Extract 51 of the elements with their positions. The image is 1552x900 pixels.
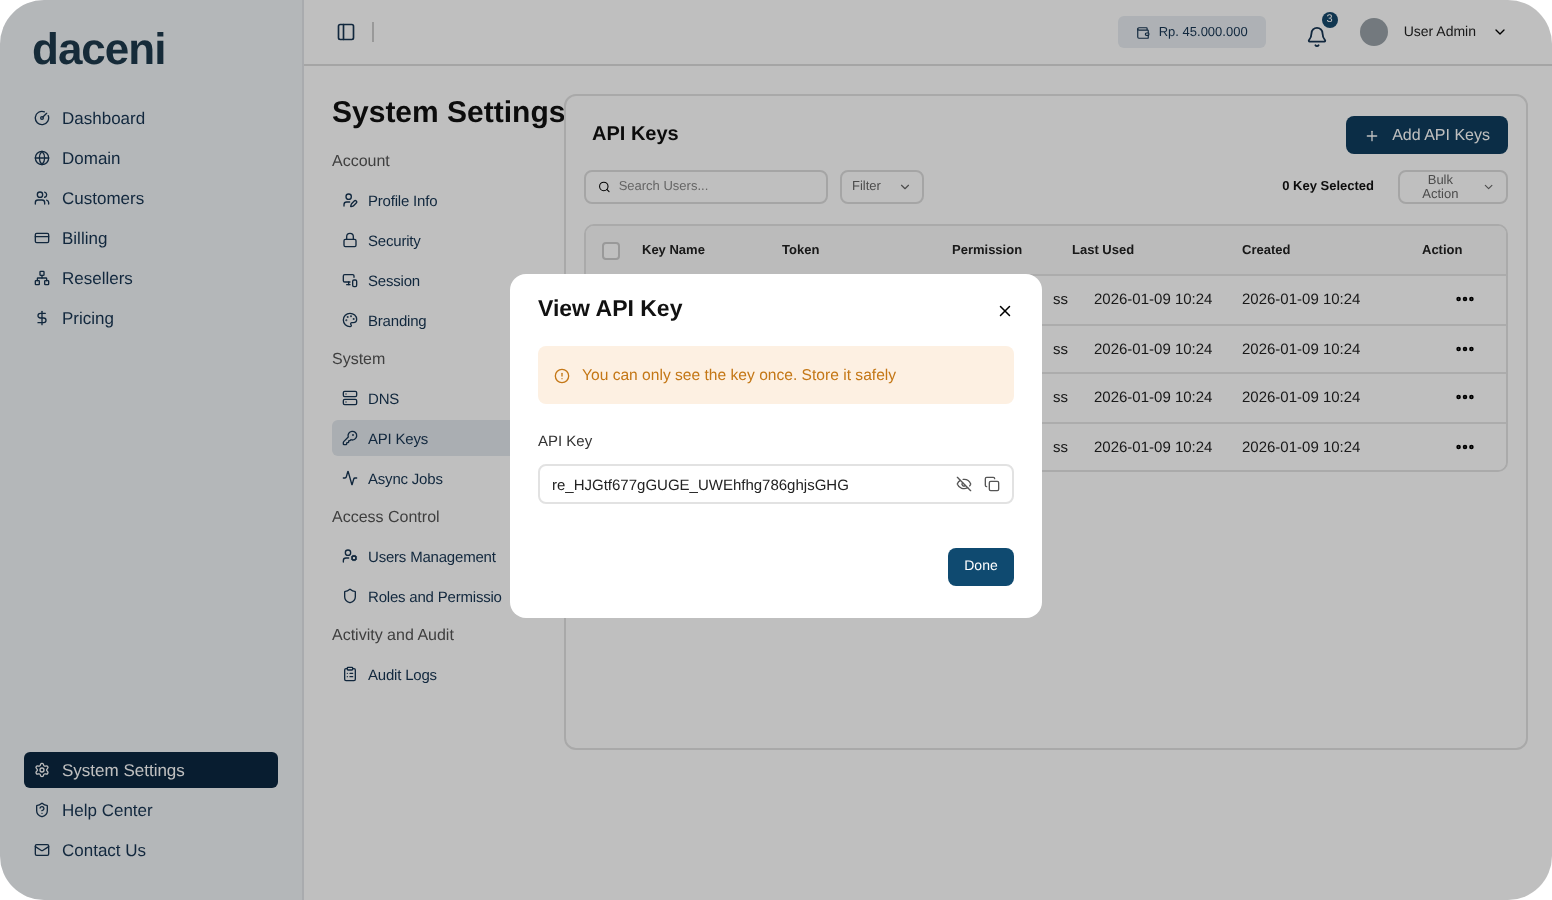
lock-icon — [342, 232, 358, 248]
card-icon — [34, 230, 50, 246]
settings-icon — [34, 762, 50, 778]
sidebar-item[interactable]: Billing — [24, 220, 278, 256]
server-icon — [342, 390, 358, 406]
group-title: Access Control — [332, 508, 442, 526]
alert-icon — [554, 367, 570, 383]
close-icon[interactable] — [996, 301, 1014, 319]
add-button[interactable]: Add API Keys — [1346, 116, 1508, 154]
dollar-icon — [34, 310, 50, 326]
bell-icon[interactable] — [1305, 25, 1328, 47]
mail-icon — [34, 842, 50, 858]
logo: daceni — [30, 28, 168, 72]
sidebar-item[interactable]: Customers — [24, 180, 278, 216]
chevron-down-icon — [1482, 180, 1496, 194]
plus-icon — [1364, 127, 1381, 143]
clipboard-icon — [342, 666, 358, 682]
sidebar-item[interactable]: Resellers — [24, 260, 278, 296]
sidebar-item[interactable]: Dashboard — [24, 100, 278, 136]
shield-icon — [342, 588, 358, 604]
group-title: Account — [332, 152, 392, 170]
avatar — [1359, 18, 1388, 46]
network-icon — [34, 270, 50, 286]
user-pen-icon — [342, 192, 358, 208]
wallet-icon — [1136, 25, 1151, 39]
eye-off-icon[interactable] — [956, 476, 972, 492]
chevron-down-icon[interactable] — [1492, 24, 1508, 40]
sidebar-item[interactable]: Help Center — [24, 792, 278, 828]
sidebar-toggle-icon[interactable] — [336, 22, 356, 42]
gauge-icon — [34, 110, 50, 126]
user-cog-icon — [342, 548, 358, 564]
devices-icon — [342, 272, 358, 288]
copy-icon[interactable] — [984, 476, 1000, 492]
globe-icon — [34, 150, 50, 166]
panel-title: API Keys — [592, 124, 679, 146]
users-icon — [34, 190, 50, 206]
key-icon — [342, 430, 358, 446]
sidebar-item[interactable]: System Settings — [24, 752, 278, 788]
sidebar-item[interactable]: Domain — [24, 140, 278, 176]
group-title: System — [332, 350, 388, 368]
search-icon — [598, 180, 611, 194]
help-icon — [34, 802, 50, 818]
chevron-down-icon — [898, 180, 912, 194]
checkbox[interactable] — [602, 241, 620, 259]
dialog-title: View API Key — [538, 298, 683, 322]
palette-icon — [342, 312, 358, 328]
sidebar-item[interactable]: Pricing — [24, 300, 278, 336]
page-title: System Settings — [332, 94, 566, 132]
pulse-icon — [342, 470, 358, 486]
sidebar-item[interactable]: Contact Us — [24, 832, 278, 868]
group-title: Activity and Audit — [332, 626, 456, 644]
